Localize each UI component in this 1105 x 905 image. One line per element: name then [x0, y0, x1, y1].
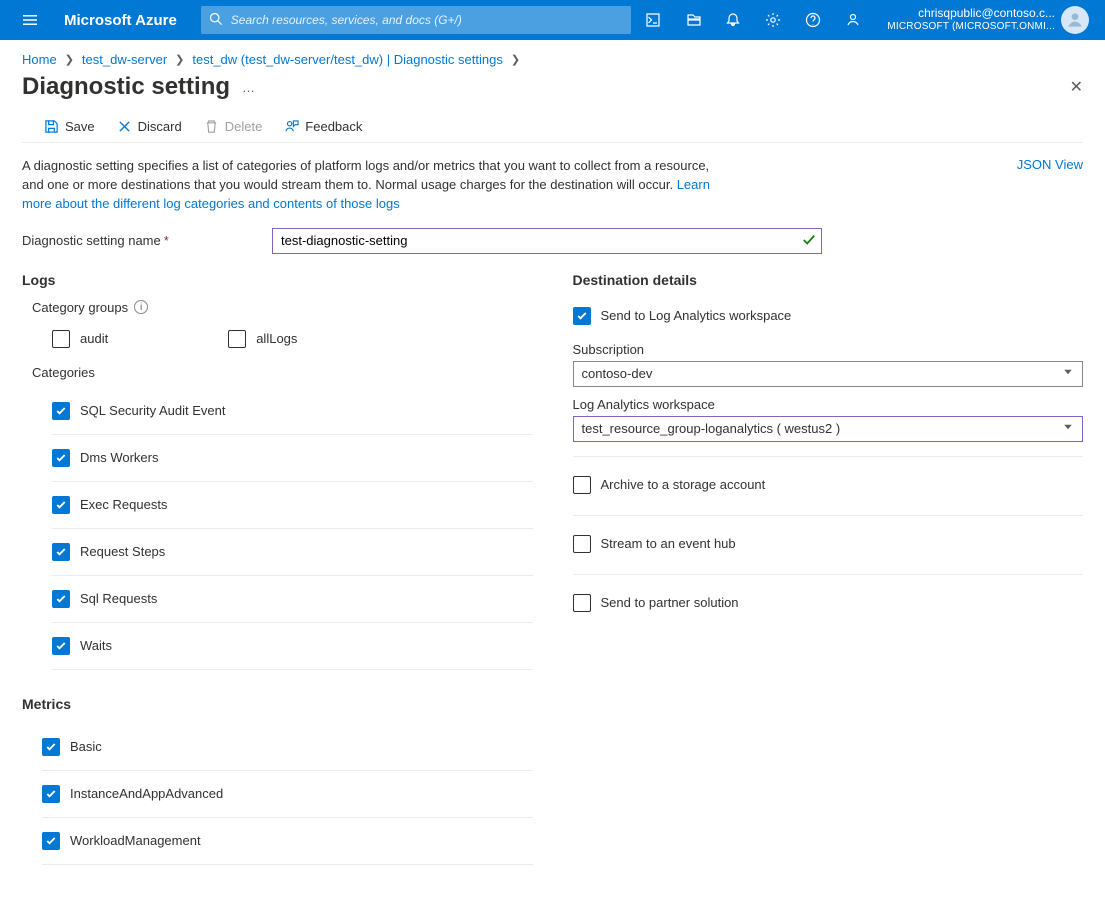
help-icon[interactable] [793, 0, 833, 40]
categories-label: Categories [32, 365, 533, 380]
checkbox-icon [573, 594, 591, 612]
notifications-icon[interactable] [713, 0, 753, 40]
discard-button[interactable]: Discard [117, 119, 182, 134]
checkbox-icon [52, 496, 70, 514]
directories-icon[interactable] [673, 0, 713, 40]
save-button[interactable]: Save [44, 119, 95, 134]
cloud-shell-icon[interactable] [633, 0, 673, 40]
search-input[interactable] [229, 12, 623, 28]
discard-icon [117, 119, 132, 134]
metrics-heading: Metrics [22, 696, 533, 712]
checkbox-metric-instanceappadvanced[interactable]: InstanceAndAppAdvanced [42, 771, 533, 818]
setting-name-input[interactable] [272, 228, 822, 254]
checkbox-icon [42, 832, 60, 850]
delete-icon [204, 119, 219, 134]
chevron-right-icon: ❯ [65, 53, 74, 66]
breadcrumb-item[interactable]: test_dw (test_dw-server/test_dw) | Diagn… [192, 52, 502, 67]
json-view-link[interactable]: JSON View [1017, 157, 1083, 214]
subscription-label: Subscription [573, 342, 1084, 357]
command-bar: Save Discard Delete Feedback [22, 115, 1083, 143]
account-org: MICROSOFT (MICROSOFT.ONMI... [887, 21, 1055, 33]
checkbox-request-steps[interactable]: Request Steps [52, 529, 533, 576]
info-icon[interactable]: i [134, 300, 148, 314]
chevron-right-icon: ❯ [175, 53, 184, 66]
checkbox-icon [52, 590, 70, 608]
global-search[interactable] [201, 6, 631, 34]
avatar [1061, 6, 1089, 34]
menu-icon[interactable] [10, 0, 50, 40]
logs-heading: Logs [22, 272, 533, 288]
checkbox-alllogs[interactable]: allLogs [228, 323, 297, 355]
checkbox-icon [228, 330, 246, 348]
settings-icon[interactable] [753, 0, 793, 40]
checkbox-icon [573, 307, 591, 325]
breadcrumb-item[interactable]: Home [22, 52, 57, 67]
breadcrumb-item[interactable]: test_dw-server [82, 52, 167, 67]
page-header: Diagnostic setting … ✕ [0, 69, 1105, 115]
checkbox-waits[interactable]: Waits [52, 623, 533, 670]
checkbox-metric-basic[interactable]: Basic [42, 724, 533, 771]
checkbox-icon [42, 785, 60, 803]
checkbox-sql-security-audit[interactable]: SQL Security Audit Event [52, 388, 533, 435]
checkbox-icon [52, 402, 70, 420]
account-menu[interactable]: chrisqpublic@contoso.c... MICROSOFT (MIC… [873, 6, 1095, 34]
brand-label[interactable]: Microsoft Azure [64, 12, 177, 29]
account-email: chrisqpublic@contoso.c... [887, 7, 1055, 21]
chevron-down-icon [1062, 366, 1074, 381]
more-icon[interactable]: … [242, 80, 256, 95]
checkbox-icon [573, 476, 591, 494]
checkbox-metric-workloadmanagement[interactable]: WorkloadManagement [42, 818, 533, 865]
person-feedback-icon [284, 119, 299, 134]
checkbox-dms-workers[interactable]: Dms Workers [52, 435, 533, 482]
breadcrumb: Home ❯ test_dw-server ❯ test_dw (test_dw… [0, 40, 1105, 69]
category-groups-label: Category groupsi [32, 300, 533, 315]
chevron-right-icon: ❯ [511, 53, 520, 66]
checkbox-audit[interactable]: audit [52, 323, 108, 355]
destination-heading: Destination details [573, 272, 1084, 288]
checkbox-icon [52, 637, 70, 655]
checkbox-send-law[interactable]: Send to Log Analytics workspace [573, 300, 1084, 332]
save-icon [44, 119, 59, 134]
feedback-icon[interactable] [833, 0, 873, 40]
checkbox-exec-requests[interactable]: Exec Requests [52, 482, 533, 529]
close-icon[interactable]: ✕ [1070, 77, 1083, 97]
checkbox-partner-solution[interactable]: Send to partner solution [573, 587, 1084, 619]
checkbox-icon [52, 543, 70, 561]
checkbox-icon [573, 535, 591, 553]
subscription-dropdown[interactable]: contoso-dev [573, 361, 1084, 387]
workspace-dropdown[interactable]: test_resource_group-loganalytics ( westu… [573, 416, 1084, 442]
page-title: Diagnostic setting [22, 73, 230, 101]
search-icon [209, 12, 223, 29]
delete-button: Delete [204, 119, 263, 134]
valid-check-icon [802, 233, 816, 250]
chevron-down-icon [1062, 421, 1074, 436]
checkbox-sql-requests[interactable]: Sql Requests [52, 576, 533, 623]
checkbox-icon [42, 738, 60, 756]
setting-name-label: Diagnostic setting name* [22, 233, 272, 248]
checkbox-icon [52, 449, 70, 467]
global-header: Microsoft Azure chrisqpublic@contoso.c..… [0, 0, 1105, 40]
description-text: A diagnostic setting specifies a list of… [22, 157, 722, 214]
checkbox-icon [52, 330, 70, 348]
workspace-label: Log Analytics workspace [573, 397, 1084, 412]
checkbox-stream-eventhub[interactable]: Stream to an event hub [573, 528, 1084, 560]
feedback-button[interactable]: Feedback [284, 119, 362, 134]
checkbox-archive-storage[interactable]: Archive to a storage account [573, 469, 1084, 501]
